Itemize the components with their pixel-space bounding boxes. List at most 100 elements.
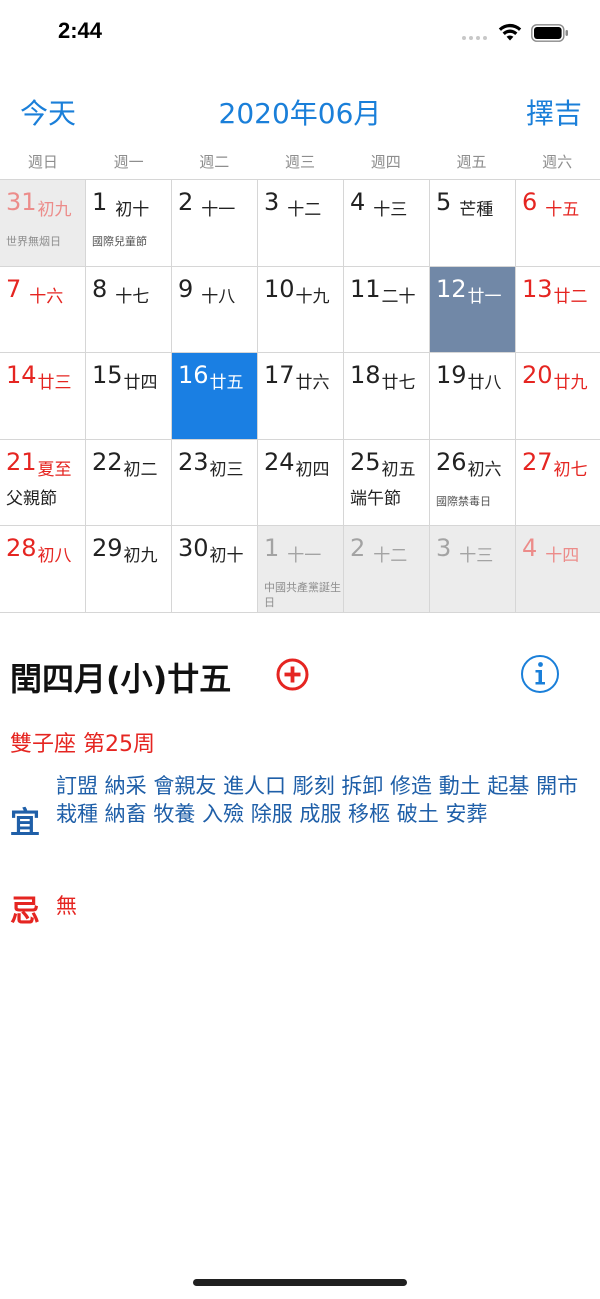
calendar-day[interactable]: 3 十二 xyxy=(258,180,344,267)
calendar-day[interactable]: 20 廿九 xyxy=(516,353,600,440)
calendar-day-selected[interactable]: 12 廿一 xyxy=(430,266,516,354)
lunar-day: 十一 xyxy=(201,200,236,220)
weekday-label: 週日 xyxy=(27,153,58,171)
calendar-day[interactable]: 25 初五 端午節 xyxy=(344,439,430,527)
calendar-day[interactable]: 1 十一 中國共產黨誕生日 xyxy=(258,526,344,613)
plus-circle-icon[interactable] xyxy=(276,658,309,691)
calendar-day[interactable]: 6 十五 xyxy=(516,180,600,267)
lunar-day: 廿五 xyxy=(209,373,244,394)
lunar-day: 十五 xyxy=(545,200,580,220)
day-number: 3 xyxy=(436,534,452,563)
calendar-day[interactable]: 11 二十 xyxy=(344,266,430,354)
day-number: 7 xyxy=(6,274,22,303)
calendar-day[interactable]: 3 十三 xyxy=(430,526,516,613)
day-note: 中國共產黨誕生日 xyxy=(264,581,341,610)
day-number: 13 xyxy=(522,274,553,303)
calendar-day[interactable]: 19 廿八 xyxy=(430,353,516,440)
lunar-date-title: 閏四月(小)廿五 xyxy=(10,660,232,698)
lunar-day: 初二 xyxy=(123,459,158,480)
lunar-day: 夏至 xyxy=(37,459,72,480)
lunar-day: 十六 xyxy=(29,286,64,307)
calendar-day[interactable]: 9 十八 xyxy=(172,266,258,354)
day-number: 2 xyxy=(350,534,366,563)
calendar-day[interactable]: 24 初四 xyxy=(258,439,344,527)
info-circle-icon[interactable] xyxy=(520,654,560,694)
weekday-label: 週三 xyxy=(285,153,316,171)
lunar-day: 十八 xyxy=(201,286,236,307)
calendar-day-today[interactable]: 16 廿五 xyxy=(172,353,258,440)
calendar-day[interactable]: 2 十二 xyxy=(344,526,430,613)
day-number: 12 xyxy=(436,274,467,303)
day-number: 22 xyxy=(92,447,123,476)
calendar-grid: 31 初九 世界無烟日 1 初十 國際兒童節 2 十一 3 十二 4 十三 5 芒種 6 十五 7 十六 8 十七 9 十… xyxy=(0,179,600,613)
day-number: 30 xyxy=(178,534,209,563)
lunar-day: 十四 xyxy=(545,546,580,567)
day-number: 17 xyxy=(264,361,295,390)
day-number: 2 xyxy=(178,188,194,216)
lunar-day: 十七 xyxy=(115,286,150,307)
calendar-day[interactable]: 22 初二 xyxy=(86,439,172,527)
day-number: 18 xyxy=(350,361,381,390)
lunar-day: 初十 xyxy=(209,546,244,567)
lunar-day: 廿二 xyxy=(553,286,588,307)
day-number: 26 xyxy=(436,447,467,476)
calendar-day[interactable]: 10 十九 xyxy=(258,266,344,354)
calendar-day[interactable]: 31 初九 世界無烟日 xyxy=(0,180,86,267)
calendar-day[interactable]: 2 十一 xyxy=(172,180,258,267)
today-button[interactable]: 今天 xyxy=(20,92,76,132)
day-number: 21 xyxy=(6,447,37,476)
lunar-day: 初四 xyxy=(295,459,330,480)
calendar-day[interactable]: 23 初三 xyxy=(172,439,258,527)
calendar-day[interactable]: 21 夏至父親節 xyxy=(0,439,86,527)
home-indicator[interactable] xyxy=(193,1279,407,1286)
calendar-day[interactable]: 30 初十 xyxy=(172,526,258,613)
day-number: 31 xyxy=(6,188,37,216)
calendar-day[interactable]: 8 十七 xyxy=(86,266,172,354)
calendar-day[interactable]: 26 初六 國際禁毒日 xyxy=(430,439,516,527)
zodiac-week: 雙子座 第25周 xyxy=(10,732,155,757)
ji-items: 無 xyxy=(56,894,77,918)
day-number: 20 xyxy=(522,361,553,390)
lunar-day: 初五 xyxy=(381,459,416,480)
day-note: 端午節 xyxy=(350,488,401,509)
select-auspicious-button[interactable]: 擇吉 xyxy=(526,92,582,132)
calendar-day[interactable]: 27 初七 xyxy=(516,439,600,527)
day-number: 29 xyxy=(92,534,123,563)
calendar-day[interactable]: 7 十六 xyxy=(0,266,86,354)
day-note: 國際兒童節 xyxy=(92,235,147,248)
day-number: 28 xyxy=(6,534,37,563)
calendar-day[interactable]: 1 初十 國際兒童節 xyxy=(86,180,172,267)
day-number: 9 xyxy=(178,274,194,303)
wifi-icon xyxy=(498,23,522,41)
lunar-day: 初三 xyxy=(209,459,244,480)
lunar-day: 初七 xyxy=(553,459,588,480)
day-number: 24 xyxy=(264,447,295,476)
lunar-day: 芒種 xyxy=(459,200,494,220)
lunar-day: 初九 xyxy=(123,546,158,567)
day-note: 父親節 xyxy=(6,488,57,509)
calendar-day[interactable]: 18 廿七 xyxy=(344,353,430,440)
yi-label: 宜 xyxy=(10,806,40,841)
status-bar: 2:44 xyxy=(0,0,600,66)
calendar-day[interactable]: 14 廿三 xyxy=(0,353,86,440)
day-number: 14 xyxy=(6,361,37,390)
month-title-text[interactable]: 2020年06月 xyxy=(219,97,382,130)
ji-label: 忌 xyxy=(10,894,40,929)
calendar-day[interactable]: 15 廿四 xyxy=(86,353,172,440)
calendar-day[interactable]: 13 廿二 xyxy=(516,266,600,354)
lunar-day: 廿三 xyxy=(37,373,72,394)
lunar-day: 廿八 xyxy=(467,373,502,394)
calendar-day[interactable]: 17 廿六 xyxy=(258,353,344,440)
day-number: 16 xyxy=(178,361,209,390)
calendar-day[interactable]: 4 十四 xyxy=(516,526,600,613)
weekday-label: 週五 xyxy=(456,153,487,171)
status-time: 2:44 xyxy=(58,18,103,43)
calendar-day[interactable]: 29 初九 xyxy=(86,526,172,613)
calendar-day[interactable]: 5 芒種 xyxy=(430,180,516,267)
calendar-day[interactable]: 4 十三 xyxy=(344,180,430,267)
lunar-day: 十九 xyxy=(295,286,330,307)
lunar-day: 廿一 xyxy=(467,286,502,307)
weekday-row: 週日 週一 週二 週三 週四 週五 週六 xyxy=(0,148,600,178)
calendar-day[interactable]: 28 初八 xyxy=(0,526,86,613)
day-number: 27 xyxy=(522,447,553,476)
